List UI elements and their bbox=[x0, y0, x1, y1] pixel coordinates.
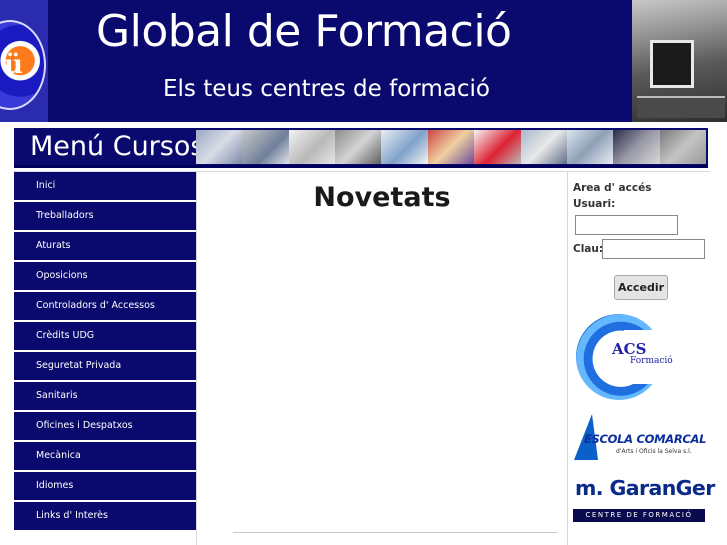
garanger-logo-name: m. GaranGer bbox=[575, 476, 715, 500]
nav-item-idiomes[interactable]: Idiomes bbox=[14, 472, 196, 500]
nav-item-links[interactable]: Links d' Interès bbox=[14, 502, 196, 530]
photo-guard-icon bbox=[613, 130, 660, 164]
escola-logo-sub: d'Arts i Oficis la Selva s.l. bbox=[616, 448, 692, 455]
logo-mark: ü bbox=[4, 50, 23, 80]
nav-item-controladors[interactable]: Controladors d' Accessos bbox=[14, 292, 196, 320]
nav-item-aturats[interactable]: Aturats bbox=[14, 232, 196, 260]
photo-book-icon bbox=[427, 130, 475, 164]
password-label: Clau: bbox=[573, 243, 604, 255]
photo-class-icon bbox=[520, 130, 567, 164]
nav-item-oficines[interactable]: Oficines i Despatxos bbox=[14, 412, 196, 440]
photo-tools-icon bbox=[474, 130, 521, 164]
nav-item-mecanica[interactable]: Mecànica bbox=[14, 442, 196, 470]
divider-left bbox=[196, 172, 197, 545]
classroom-photo-icon bbox=[632, 0, 727, 122]
gf-logo-icon[interactable]: ü bbox=[0, 0, 48, 122]
nav-item-inici[interactable]: Inici bbox=[14, 172, 196, 200]
username-input[interactable] bbox=[575, 215, 678, 235]
photo-office-icon bbox=[196, 130, 243, 164]
login-area-label: Area d' accés bbox=[573, 182, 652, 194]
site-subtitle: Els teus centres de formació bbox=[163, 76, 490, 102]
photo-desk bbox=[637, 96, 725, 118]
escola-comarcal-logo[interactable]: ESCOLA COMARCAL d'Arts i Oficis la Selva… bbox=[572, 414, 706, 462]
nav-item-oposicions[interactable]: Oposicions bbox=[14, 262, 196, 290]
menu-title: Menú Cursos bbox=[30, 131, 205, 162]
photo-student-icon bbox=[288, 130, 336, 164]
site-banner: ü Global de Formació Els teus centres de… bbox=[0, 0, 727, 122]
password-input[interactable] bbox=[602, 239, 705, 259]
garanger-logo[interactable]: m. GaranGer CENTRE DE FORMACIÓ bbox=[573, 476, 715, 524]
photo-workers-icon bbox=[242, 130, 289, 164]
username-label: Usuari: bbox=[573, 198, 616, 210]
menu-header-strip: Menú Cursos bbox=[14, 128, 708, 168]
course-menu: Inici Treballadors Aturats Oposicions Co… bbox=[14, 172, 196, 532]
garanger-logo-sub: CENTRE DE FORMACIÓ bbox=[573, 509, 705, 522]
divider-right bbox=[567, 172, 568, 545]
photo-window bbox=[650, 40, 694, 88]
nav-item-treballadors[interactable]: Treballadors bbox=[14, 202, 196, 230]
site-title: Global de Formació bbox=[96, 6, 512, 57]
photo-computer-icon bbox=[566, 130, 614, 164]
page-title: Novetats bbox=[313, 182, 451, 213]
content-divider bbox=[233, 532, 558, 533]
nav-item-credits-udg[interactable]: Crèdits UDG bbox=[14, 322, 196, 350]
escola-logo-name: ESCOLA COMARCAL bbox=[584, 432, 707, 446]
acs-formacio-logo[interactable]: ACS Formació bbox=[576, 314, 688, 400]
photo-keyboard-icon bbox=[659, 130, 706, 164]
photo-hands-icon bbox=[335, 130, 382, 164]
nav-item-sanitaris[interactable]: Sanitaris bbox=[14, 382, 196, 410]
photo-medical-icon bbox=[381, 130, 428, 164]
nav-item-seguretat-privada[interactable]: Seguretat Privada bbox=[14, 352, 196, 380]
acs-logo-sub: Formació bbox=[630, 356, 673, 366]
login-button[interactable]: Accedir bbox=[614, 275, 668, 300]
course-photos-strip bbox=[196, 130, 706, 164]
